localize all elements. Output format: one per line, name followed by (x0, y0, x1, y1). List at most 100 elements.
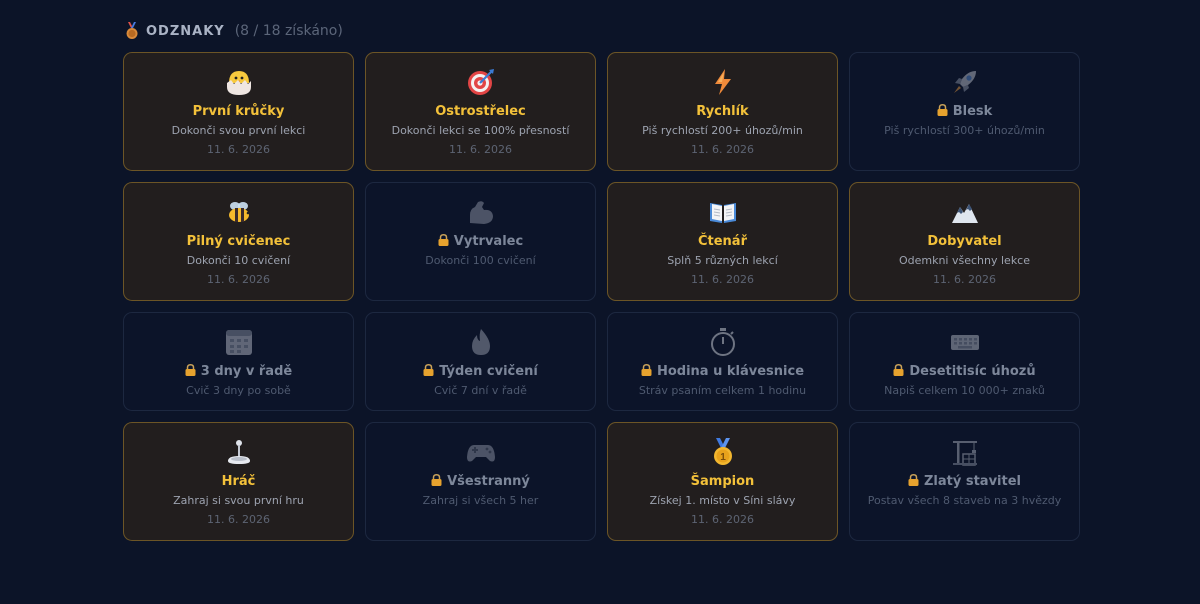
badge-title: Hodina u klávesnice (641, 363, 804, 381)
stopwatch-icon (708, 327, 738, 357)
badge-date: 11. 6. 2026 (207, 143, 270, 156)
hatching-chick-icon (224, 67, 254, 97)
lock-icon (423, 364, 434, 376)
open-book-icon (708, 197, 738, 227)
badge-date: 11. 6. 2026 (933, 273, 996, 286)
badge-description: Dokonči 10 cvičení (186, 254, 291, 267)
lock-icon (431, 474, 442, 486)
badge-card-3[interactable]: Rychlík Piš rychlostí 200+ úhozů/min 11.… (607, 52, 838, 171)
badge-title: Ostrostřelec (435, 103, 526, 121)
badge-card-16[interactable]: Zlatý stavitel Postav všech 8 staveb na … (849, 422, 1080, 541)
badge-description: Cvič 7 dní v řadě (434, 384, 527, 397)
badge-card-15[interactable]: 1 Šampion Získej 1. místo v Síni slávy 1… (607, 422, 838, 541)
badge-title-text: Všestranný (447, 474, 530, 489)
badge-title-text: Pilný cvičenec (186, 234, 291, 249)
lock-icon (641, 364, 652, 376)
badge-title: Blesk (937, 103, 993, 121)
badge-title: Hráč (222, 473, 256, 491)
badge-title: Všestranný (431, 473, 530, 491)
badge-description: Stráv psaním celkem 1 hodinu (638, 384, 807, 397)
badge-description: Piš rychlostí 200+ úhozů/min (642, 124, 803, 137)
badge-title: Pilný cvičenec (187, 233, 291, 251)
badge-description: Napiš celkem 10 000+ znaků (884, 384, 1045, 397)
badge-title: Šampion (691, 473, 755, 491)
badge-description: Piš rychlostí 300+ úhozů/min (884, 124, 1045, 137)
badge-title: Desetitisíc úhozů (893, 363, 1036, 381)
badge-description: Postav všech 8 staveb na 3 hvězdy (867, 494, 1062, 507)
badges-count: (8 / 18 získáno) (234, 23, 343, 39)
badge-date: 11. 6. 2026 (207, 273, 270, 286)
construction-crane-icon (950, 437, 980, 467)
badge-description: Zahraj si svou první hru (173, 494, 304, 507)
bee-icon (224, 197, 254, 227)
badge-date: 11. 6. 2026 (449, 143, 512, 156)
badge-title-text: Čtenář (697, 234, 747, 249)
lock-icon (438, 234, 449, 246)
badge-title-text: Ostrostřelec (435, 104, 526, 119)
badge-card-2[interactable]: Ostrostřelec Dokonči lekci se 100% přesn… (365, 52, 596, 171)
flexed-biceps-icon (466, 197, 496, 227)
badge-title-text: Blesk (952, 104, 993, 119)
badge-title: Čtenář (698, 233, 747, 251)
badge-card-5[interactable]: Pilný cvičenec Dokonči 10 cvičení 11. 6.… (123, 182, 354, 301)
badge-description: Splň 5 různých lekcí (667, 254, 778, 267)
badge-title-text: První krůčky (192, 104, 285, 119)
rocket-icon (950, 67, 980, 97)
badge-title-text: Šampion (690, 474, 755, 489)
badge-card-4[interactable]: Blesk Piš rychlostí 300+ úhozů/min (849, 52, 1080, 171)
badge-title-text: Hodina u klávesnice (656, 364, 805, 379)
badge-title-text: Desetitisíc úhozů (909, 364, 1036, 379)
badge-description: Odemkni všechny lekce (898, 254, 1031, 267)
lock-icon (908, 474, 919, 486)
joystick-icon (224, 437, 254, 467)
badge-card-11[interactable]: Hodina u klávesnice Stráv psaním celkem … (607, 312, 838, 411)
badge-title-text: 3 dny v řadě (200, 364, 293, 379)
badge-card-12[interactable]: Desetitisíc úhozů Napiš celkem 10 000+ z… (849, 312, 1080, 411)
badge-card-6[interactable]: Vytrvalec Dokonči 100 cvičení (365, 182, 596, 301)
flame-icon (466, 327, 496, 357)
badge-card-13[interactable]: Hráč Zahraj si svou první hru 11. 6. 202… (123, 422, 354, 541)
calendar-icon (224, 327, 254, 357)
badge-card-9[interactable]: 3 dny v řadě Cvič 3 dny po sobě (123, 312, 354, 411)
badge-title: Týden cvičení (423, 363, 538, 381)
badge-date: 11. 6. 2026 (691, 143, 754, 156)
badge-description: Získej 1. místo v Síni slávy (649, 494, 796, 507)
badge-title: Zlatý stavitel (908, 473, 1021, 491)
badge-card-8[interactable]: Dobyvatel Odemkni všechny lekce 11. 6. 2… (849, 182, 1080, 301)
game-controller-icon (466, 437, 496, 467)
badge-title: Dobyvatel (927, 233, 1001, 251)
badges-title: ODZNAKY (146, 23, 225, 39)
badge-grid: První krůčky Dokonči svou první lekci 11… (123, 52, 1081, 541)
badge-card-1[interactable]: První krůčky Dokonči svou první lekci 11… (123, 52, 354, 171)
badge-date: 11. 6. 2026 (691, 273, 754, 286)
target-icon (466, 67, 496, 97)
badge-title-text: Vytrvalec (453, 234, 524, 249)
badge-description: Dokonči 100 cvičení (425, 254, 536, 267)
badge-description: Zahraj si všech 5 her (422, 494, 539, 507)
badge-title-text: Hráč (221, 474, 256, 489)
lock-icon (937, 104, 948, 116)
badge-card-14[interactable]: Všestranný Zahraj si všech 5 her (365, 422, 596, 541)
badge-title: Rychlík (696, 103, 748, 121)
badge-title-text: Rychlík (696, 104, 749, 119)
lightning-icon (708, 67, 738, 97)
lock-icon (185, 364, 196, 376)
badge-title: Vytrvalec (438, 233, 523, 251)
badge-description: Dokonči lekci se 100% přesností (391, 124, 570, 137)
badge-description: Cvič 3 dny po sobě (186, 384, 291, 397)
keyboard-icon (950, 327, 980, 357)
badge-title: První krůčky (193, 103, 285, 121)
badge-title-text: Dobyvatel (927, 234, 1002, 249)
mountain-icon (950, 197, 980, 227)
badge-title: 3 dny v řadě (185, 363, 292, 381)
badge-date: 11. 6. 2026 (207, 513, 270, 526)
badge-card-7[interactable]: Čtenář Splň 5 různých lekcí 11. 6. 2026 (607, 182, 838, 301)
badge-title-text: Zlatý stavitel (923, 474, 1021, 489)
svg-text:1: 1 (720, 452, 726, 463)
badge-title-text: Týden cvičení (439, 364, 538, 379)
first-place-medal-icon: 1 (708, 437, 738, 467)
lock-icon (893, 364, 904, 376)
achievements-page: ODZNAKY (8 / 18 získáno) První krůčky Do… (0, 0, 1200, 604)
badge-card-10[interactable]: Týden cvičení Cvič 7 dní v řadě (365, 312, 596, 411)
badge-description: Dokonči svou první lekci (171, 124, 306, 137)
